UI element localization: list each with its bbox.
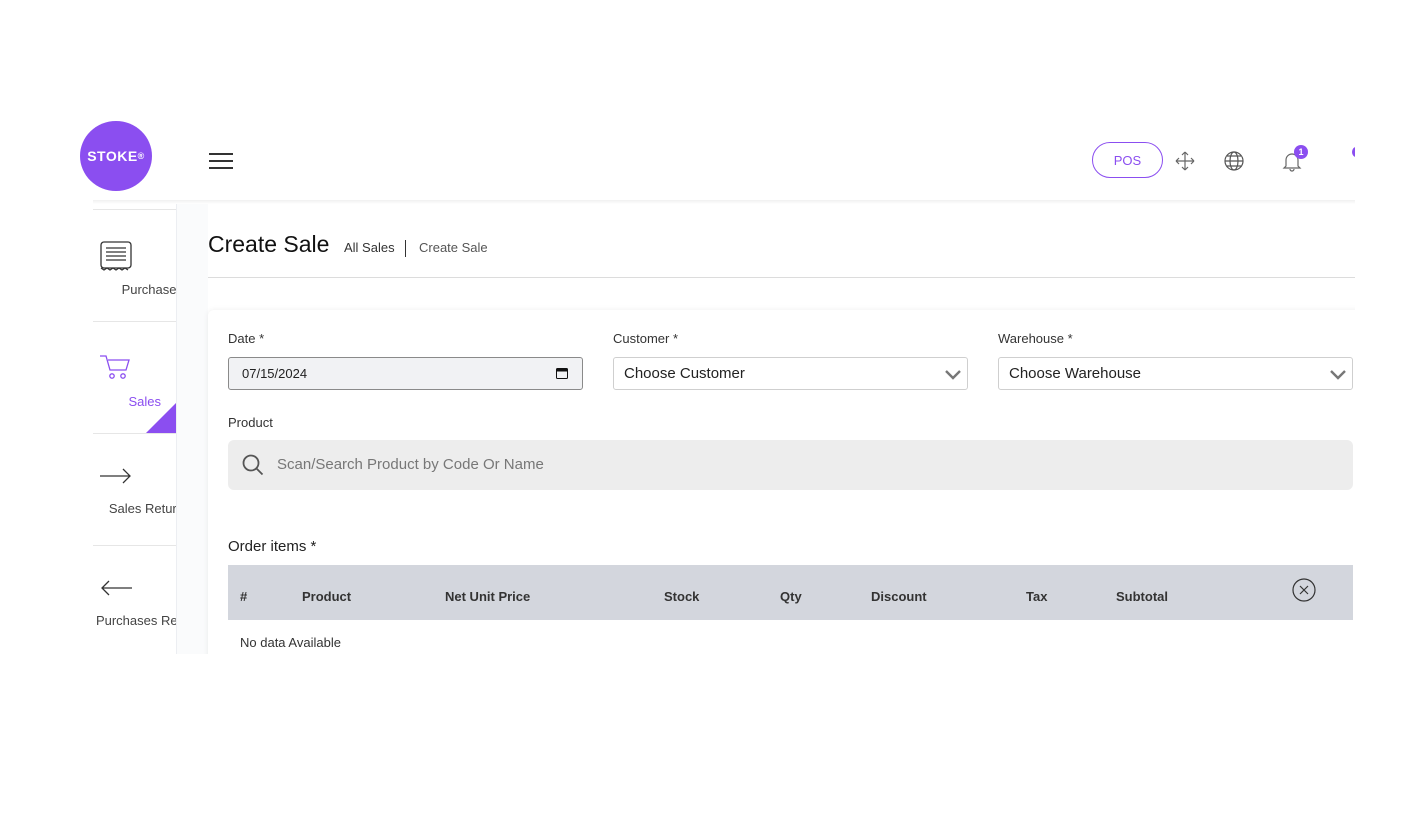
empty-table-message: No data Available — [240, 635, 341, 650]
column-header-net-unit-price: Net Unit Price — [445, 589, 531, 604]
brand-name: STOKE — [87, 148, 138, 164]
warehouse-select[interactable]: Choose Warehouse — [998, 357, 1353, 390]
calendar-icon[interactable] — [556, 367, 568, 379]
sidebar-item-sales[interactable]: Sales — [93, 321, 176, 433]
receipt-icon — [100, 241, 132, 271]
date-label: Date * — [228, 331, 265, 346]
column-header-product: Product — [302, 589, 352, 604]
page-title: Create Sale — [208, 231, 330, 257]
date-value: 07/15/2024 — [242, 366, 308, 381]
sidebar-item-purchases[interactable]: Purchases — [93, 209, 176, 321]
active-indicator — [146, 403, 176, 433]
breadcrumb-current: Create Sale — [419, 240, 488, 255]
cart-icon — [100, 355, 130, 379]
search-placeholder: Scan/Search Product by Code Or Name — [277, 456, 544, 473]
product-search-input[interactable]: Scan/Search Product by Code Or Name — [228, 440, 1353, 490]
brand-logo[interactable]: STOKE ® — [80, 121, 152, 191]
pos-button[interactable]: POS — [1092, 142, 1163, 178]
breadcrumb-separator — [405, 240, 406, 257]
breadcrumb-all-sales[interactable]: All Sales — [344, 240, 395, 255]
column-header-subtotal: Subtotal — [1116, 589, 1168, 604]
customer-select[interactable]: Choose Customer — [613, 357, 968, 390]
arrow-right-icon — [100, 468, 131, 484]
sidebar-item-purchases-return[interactable]: Purchases Return — [93, 545, 176, 654]
column-header-stock: Stock — [664, 589, 700, 604]
fullscreen-icon[interactable] — [1174, 150, 1196, 172]
header-divider — [93, 200, 1355, 204]
sidebar-item-label: Sales Return — [108, 501, 176, 516]
title-divider — [208, 277, 1355, 278]
sidebar-item-sales-return[interactable]: Sales Return — [93, 433, 176, 545]
content-gutter — [177, 204, 208, 654]
brand-mark: ® — [137, 151, 145, 161]
column-header-number: # — [240, 589, 248, 604]
warehouse-value: Choose Warehouse — [1009, 365, 1142, 382]
globe-icon[interactable] — [1223, 150, 1245, 172]
product-label: Product — [228, 415, 273, 430]
close-circle-icon[interactable] — [1292, 578, 1316, 602]
column-header-tax: Tax — [1026, 589, 1048, 604]
column-header-discount: Discount — [871, 589, 927, 604]
date-field[interactable]: 07/15/2024 — [228, 357, 583, 390]
warehouse-label: Warehouse * — [998, 331, 1073, 346]
search-icon — [242, 454, 264, 476]
chevron-down-icon — [1330, 370, 1346, 380]
menu-icon[interactable] — [209, 153, 234, 170]
sidebar-item-label: Purchases Return — [95, 613, 176, 628]
avatar[interactable] — [1352, 147, 1355, 157]
order-table-header: # Product Net Unit Price Stock Qty Disco… — [228, 565, 1353, 620]
chevron-down-icon — [945, 370, 961, 380]
customer-value: Choose Customer — [624, 365, 745, 382]
notification-badge: 1 — [1294, 145, 1308, 159]
arrow-left-icon — [101, 580, 132, 596]
order-items-title: Order items * — [228, 538, 317, 555]
customer-label: Customer * — [613, 331, 679, 346]
sidebar-item-label: Purchases — [121, 282, 176, 297]
app-viewport: STOKE® POS 1 Purchases Sales — [0, 0, 1355, 654]
sidebar: Purchases Sales Sales Return Purchases R… — [93, 204, 177, 654]
column-header-qty: Qty — [780, 589, 802, 604]
